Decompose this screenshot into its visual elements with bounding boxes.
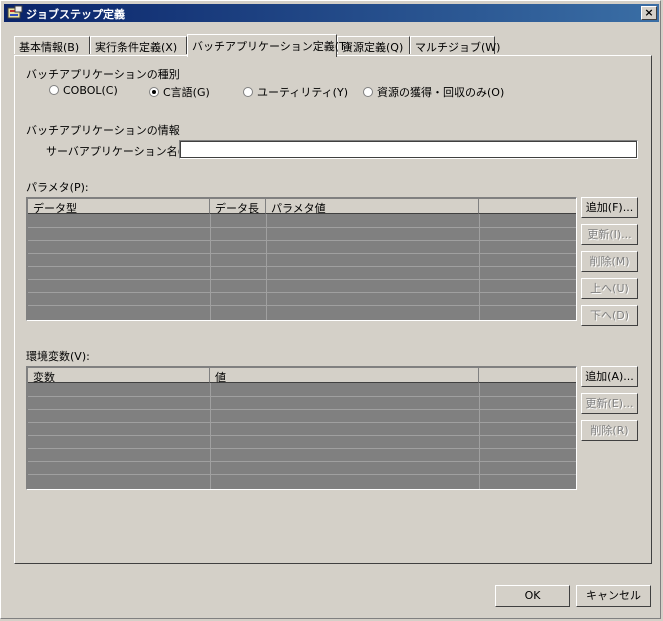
dialog-window: ジョブステップ定義 × 基本情報(B) 実行条件定義(X) バッチアプリケーショ… bbox=[0, 0, 661, 619]
grid-col-line bbox=[210, 214, 211, 320]
radio-utility[interactable]: ユーティリティ(Y) bbox=[243, 84, 348, 100]
cancel-button[interactable]: キャンセル bbox=[576, 585, 651, 607]
env-label: 環境変数(V): bbox=[26, 350, 90, 363]
app-icon bbox=[7, 5, 23, 19]
grid-row-line bbox=[28, 409, 576, 410]
tab-multijob[interactable]: マルチジョブ(W) bbox=[410, 36, 500, 54]
tab-exec-conditions[interactable]: 実行条件定義(X) bbox=[90, 36, 187, 54]
column-header-filler[interactable] bbox=[479, 368, 576, 383]
radio-circle-icon bbox=[243, 87, 253, 97]
column-header-value[interactable]: 値 bbox=[210, 368, 479, 384]
radio-cobol[interactable]: COBOL(C) bbox=[49, 84, 118, 97]
params-grid[interactable]: データ型 データ長 パラメタ値 bbox=[26, 197, 577, 321]
params-move-down-button[interactable]: 下へ(D) bbox=[581, 305, 638, 326]
params-grid-header: データ型 データ長 パラメタ値 bbox=[28, 199, 576, 215]
grid-row-line bbox=[28, 227, 576, 228]
window-title: ジョブステップ定義 bbox=[26, 8, 125, 21]
grid-row-line bbox=[28, 396, 576, 397]
tab-label: 実行条件定義(X) bbox=[95, 41, 178, 54]
tab-label: 基本情報(B) bbox=[19, 41, 80, 54]
radio-circle-icon bbox=[49, 85, 59, 95]
radio-label: ユーティリティ(Y) bbox=[257, 86, 348, 99]
radio-label: C言語(G) bbox=[163, 86, 210, 99]
grid-row-line bbox=[28, 422, 576, 423]
params-label: パラメタ(P): bbox=[26, 181, 89, 194]
column-header-param-value[interactable]: パラメタ値 bbox=[266, 199, 479, 215]
radio-circle-selected-icon bbox=[149, 87, 159, 97]
radio-c-language[interactable]: C言語(G) bbox=[149, 84, 210, 100]
app-info-label: バッチアプリケーションの情報 bbox=[26, 124, 180, 137]
env-grid[interactable]: 変数 値 bbox=[26, 366, 577, 490]
grid-row-line bbox=[28, 240, 576, 241]
tab-label: バッチアプリケーション定義(T) bbox=[192, 40, 351, 53]
env-add-button[interactable]: 追加(A)... bbox=[581, 366, 638, 387]
env-update-button[interactable]: 更新(E)... bbox=[581, 393, 638, 414]
params-add-button[interactable]: 追加(F)... bbox=[581, 197, 638, 218]
grid-row-line bbox=[28, 305, 576, 306]
grid-col-line bbox=[210, 383, 211, 489]
grid-row-line bbox=[28, 253, 576, 254]
grid-col-line bbox=[479, 383, 480, 489]
server-app-label: サーバアプリケーション名(S): bbox=[46, 145, 197, 158]
radio-label: COBOL(C) bbox=[63, 84, 118, 97]
column-header-filler[interactable] bbox=[479, 199, 576, 214]
grid-row-line bbox=[28, 292, 576, 293]
close-button[interactable]: × bbox=[641, 6, 657, 20]
params-delete-button[interactable]: 削除(M) bbox=[581, 251, 638, 272]
tab-label: マルチジョブ(W) bbox=[415, 41, 501, 54]
grid-row-line bbox=[28, 474, 576, 475]
radio-resource-only[interactable]: 資源の獲得・回収のみ(O) bbox=[363, 84, 504, 100]
grid-row-line bbox=[28, 448, 576, 449]
radio-circle-icon bbox=[363, 87, 373, 97]
column-header-data-type[interactable]: データ型 bbox=[28, 199, 210, 215]
tab-label: 資源定義(Q) bbox=[342, 41, 404, 54]
tab-basic-info[interactable]: 基本情報(B) bbox=[14, 36, 90, 54]
title-bar[interactable]: ジョブステップ定義 × bbox=[4, 4, 659, 22]
params-move-up-button[interactable]: 上へ(U) bbox=[581, 278, 638, 299]
grid-row-line bbox=[28, 461, 576, 462]
grid-row-line bbox=[28, 435, 576, 436]
params-update-button[interactable]: 更新(I)... bbox=[581, 224, 638, 245]
column-header-data-length[interactable]: データ長 bbox=[210, 199, 266, 215]
grid-col-line bbox=[266, 214, 267, 320]
radio-label: 資源の獲得・回収のみ(O) bbox=[377, 86, 505, 99]
grid-row-line bbox=[28, 266, 576, 267]
tab-batch-app[interactable]: バッチアプリケーション定義(T) bbox=[187, 34, 350, 57]
server-app-input[interactable] bbox=[179, 140, 638, 159]
grid-row-line bbox=[28, 279, 576, 280]
env-delete-button[interactable]: 削除(R) bbox=[581, 420, 638, 441]
column-header-variable[interactable]: 変数 bbox=[28, 368, 210, 384]
env-grid-header: 変数 値 bbox=[28, 368, 576, 384]
ok-button[interactable]: OK bbox=[495, 585, 570, 607]
app-type-label: バッチアプリケーションの種別 bbox=[26, 68, 180, 81]
grid-col-line bbox=[479, 214, 480, 320]
